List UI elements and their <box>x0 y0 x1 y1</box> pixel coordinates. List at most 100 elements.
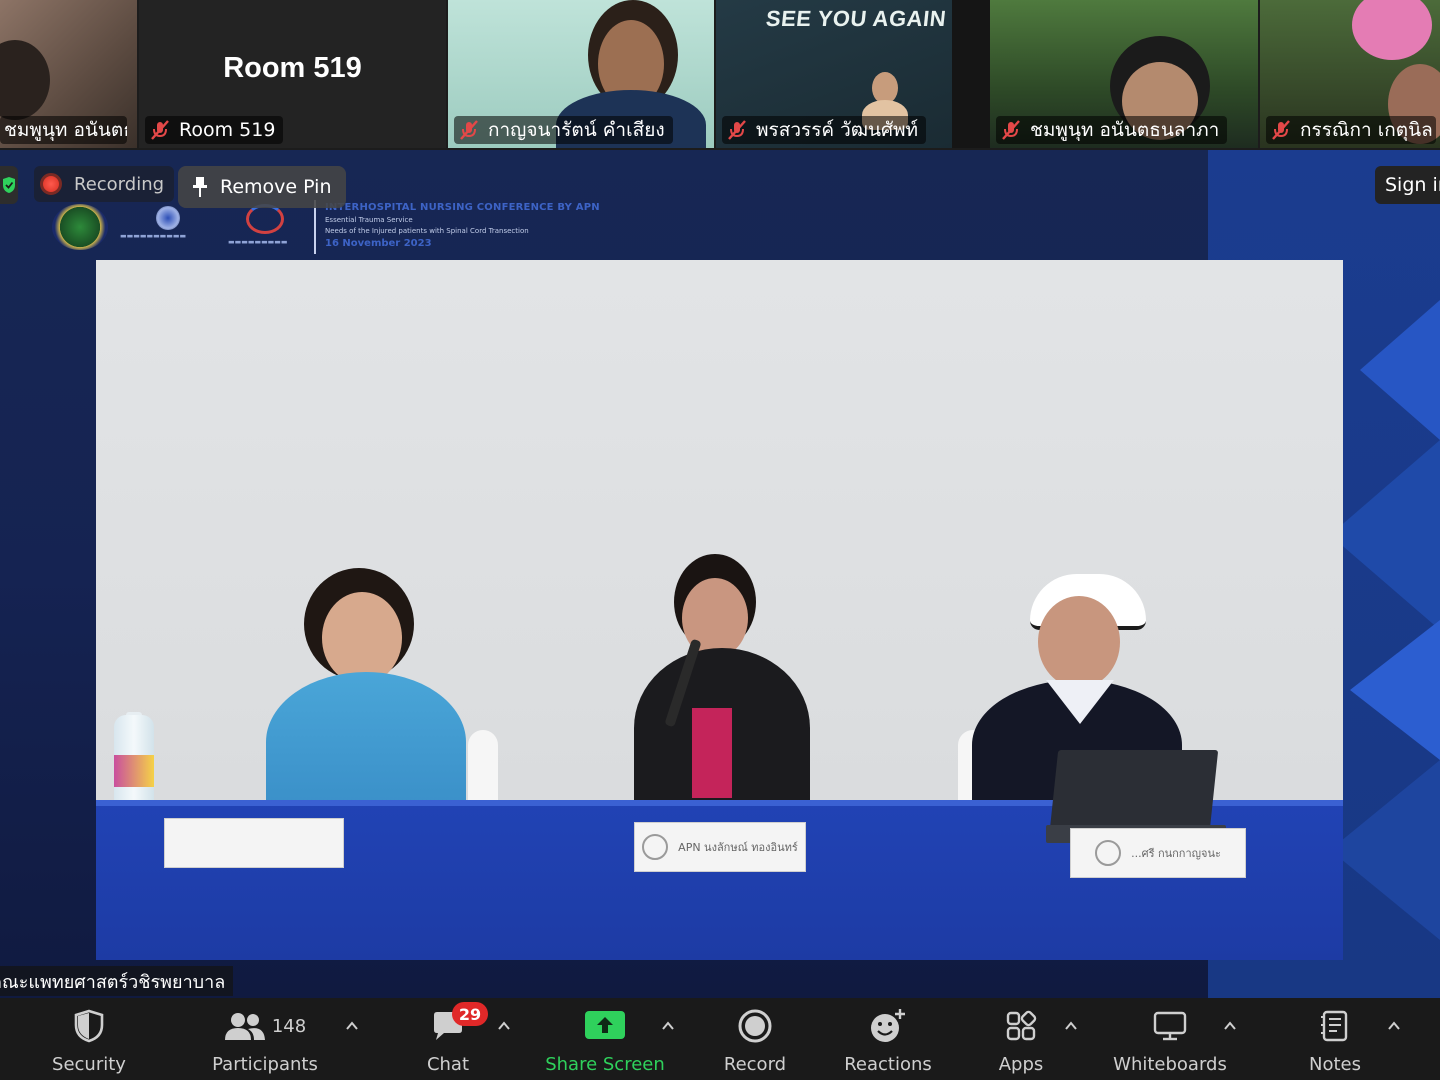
whiteboards-options-chevron-up-icon[interactable] <box>1222 1018 1238 1034</box>
chat-unread-badge: 29 <box>452 1002 488 1026</box>
muted-mic-icon <box>728 120 746 140</box>
participant-name-tag: พรสวรรค์ วัฒนศัพท์ <box>722 116 927 144</box>
background-chevron <box>1330 760 1440 940</box>
security-button[interactable]: Security <box>44 998 134 1080</box>
pinned-video-feed[interactable]: APN นงลักษณ์ ทองอินทร์ ...ศรี กนกกาญจนะ <box>96 260 1343 960</box>
nameplate-text: ...ศรี กนกกาญจนะ <box>1131 847 1221 860</box>
speaker-face <box>1038 596 1120 688</box>
nameplate <box>164 818 344 868</box>
participants-label: Participants <box>212 1054 318 1075</box>
participants-options-chevron-up-icon[interactable] <box>344 1018 360 1034</box>
participant-name: กรรณิกา เกตุนิล <box>1300 119 1433 141</box>
participant-name-tag: กาญจนารัตน์ คำเสียง <box>454 116 673 144</box>
participant-name-tag: ชมพูนุท อนันตธนลาภา <box>0 116 127 144</box>
nursing-logo <box>246 204 284 234</box>
participant-tile[interactable]: SEE YOU AGAIN พรสวรรค์ วัฒนศัพท์ <box>716 0 952 148</box>
recording-dot-icon <box>40 173 62 195</box>
video-gallery-strip: ชมพูนุท อนันตธนลาภา Room 519 Room 519 กา… <box>0 0 1440 150</box>
notes-label: Notes <box>1309 1054 1361 1075</box>
zoom-meeting-window: ชมพูนุท อนันตธนลาภา Room 519 Room 519 กา… <box>0 0 1440 1080</box>
participants-icon <box>224 1013 265 1040</box>
participant-name: Room 519 <box>179 119 276 141</box>
gallery-divider <box>952 0 990 148</box>
muted-mic-icon <box>1272 120 1290 140</box>
participant-name-tag: Room 519 <box>145 116 284 144</box>
university-logo-caption: ▬▬▬▬▬▬▬▬▬▬ <box>120 232 187 240</box>
pinned-participant-name: คณะแพทยศาสตร์วชิรพยาบาล <box>0 966 234 996</box>
pin-icon <box>193 177 207 197</box>
participant-name-tag: ชมพูนุท อนันตธนลาภา <box>996 116 1228 144</box>
record-button[interactable]: Record <box>712 998 798 1080</box>
share-screen-icon <box>585 1011 625 1039</box>
hospital-logo <box>52 204 108 250</box>
nameplate: APN นงลักษณ์ ทองอินทร์ <box>634 822 806 872</box>
apps-button[interactable]: Apps <box>986 998 1056 1080</box>
participant-tile[interactable]: กรรณิกา เกตุนิล <box>1260 0 1440 148</box>
chat-options-chevron-up-icon[interactable] <box>496 1018 512 1034</box>
nameplate-text: APN นงลักษณ์ ทองอินทร์ <box>678 841 798 854</box>
participant-name: กาญจนารัตน์ คำเสียง <box>488 119 665 141</box>
participants-button[interactable]: 148 Participants <box>206 998 324 1080</box>
participants-count: 148 <box>271 1015 307 1037</box>
notes-button[interactable]: Notes <box>1300 998 1370 1080</box>
speaker-shirt <box>692 708 732 798</box>
meeting-info-button[interactable] <box>0 166 18 204</box>
record-icon <box>738 1009 772 1043</box>
chat-button[interactable]: 29 Chat <box>408 998 488 1080</box>
banner-topic: Needs of the Injured patients with Spina… <box>325 227 529 235</box>
banner-subtitle: Essential Trauma Service <box>325 216 413 224</box>
whiteboards-button[interactable]: Whiteboards <box>1108 998 1232 1080</box>
flower-decoration <box>1352 0 1432 60</box>
pinned-video-stage: ▬▬▬▬▬▬▬▬▬▬ ▬▬▬▬▬▬▬▬▬ INTERHOSPITAL NURSI… <box>0 150 1440 998</box>
recording-indicator[interactable]: Recording <box>34 166 175 202</box>
notes-options-chevron-up-icon[interactable] <box>1386 1018 1402 1034</box>
muted-mic-icon <box>1002 120 1020 140</box>
sign-in-button[interactable]: Sign in <box>1375 166 1440 204</box>
emblem-icon <box>1095 840 1122 866</box>
nursing-logo-caption: ▬▬▬▬▬▬▬▬▬ <box>228 238 288 246</box>
chair <box>468 730 498 810</box>
background-chevron <box>1330 440 1440 630</box>
participant-silhouette <box>0 40 50 120</box>
banner-date: 16 November 2023 <box>325 238 432 249</box>
participant-name: ชมพูนุท อนันตธนลาภา <box>4 119 127 141</box>
participant-tile[interactable]: ชมพูนุท อนันตธนลาภา <box>990 0 1258 148</box>
emblem-icon <box>642 834 669 860</box>
reactions-icon <box>871 1009 905 1042</box>
apps-label: Apps <box>998 1054 1044 1075</box>
participant-name: พรสวรรค์ วัฒนศัพท์ <box>756 119 919 141</box>
whiteboard-icon <box>1153 1011 1187 1041</box>
room-display-title: Room 519 <box>223 52 362 84</box>
share-screen-label: Share Screen <box>545 1054 665 1075</box>
participant-name: ชมพูนุท อนันตธนลาภา <box>1030 119 1220 141</box>
record-label: Record <box>723 1054 787 1075</box>
university-logo <box>156 206 180 230</box>
apps-options-chevron-up-icon[interactable] <box>1063 1018 1079 1034</box>
sign-in-label: Sign in <box>1385 174 1440 196</box>
apps-icon <box>1006 1010 1037 1041</box>
participant-tile[interactable]: ชมพูนุท อนันตธนลาภา <box>0 0 137 148</box>
whiteboards-label: Whiteboards <box>1113 1054 1227 1075</box>
water-bottle-label <box>114 755 154 787</box>
participant-name-tag: กรรณิกา เกตุนิล <box>1266 116 1436 144</box>
pinned-participant-label: คณะแพทยศาสตร์วชิรพยาบาล <box>0 971 226 993</box>
speaker-face <box>322 592 402 684</box>
share-screen-button[interactable]: Share Screen <box>540 998 670 1080</box>
nameplate: ...ศรี กนกกาญจนะ <box>1070 828 1246 878</box>
remove-pin-button[interactable]: Remove Pin <box>178 166 346 208</box>
reactions-label: Reactions <box>844 1054 932 1075</box>
reactions-button[interactable]: Reactions <box>834 998 942 1080</box>
remove-pin-label: Remove Pin <box>220 176 332 198</box>
participant-tile[interactable]: กาญจนารัตน์ คำเสียง <box>448 0 714 148</box>
muted-mic-icon <box>460 120 478 140</box>
laptop-screen <box>1049 750 1219 830</box>
virtual-background-text: SEE YOU AGAIN <box>764 6 948 31</box>
recording-label: Recording <box>74 173 165 195</box>
background-chevron <box>1350 620 1440 760</box>
shield-icon <box>74 1009 104 1043</box>
participant-tile[interactable]: Room 519 Room 519 <box>139 0 446 148</box>
security-label: Security <box>52 1054 126 1075</box>
share-options-chevron-up-icon[interactable] <box>660 1018 676 1034</box>
banner-title: INTERHOSPITAL NURSING CONFERENCE BY APN <box>325 202 600 213</box>
meeting-toolbar: Security 148 Participants 29 Chat Share … <box>0 998 1440 1080</box>
